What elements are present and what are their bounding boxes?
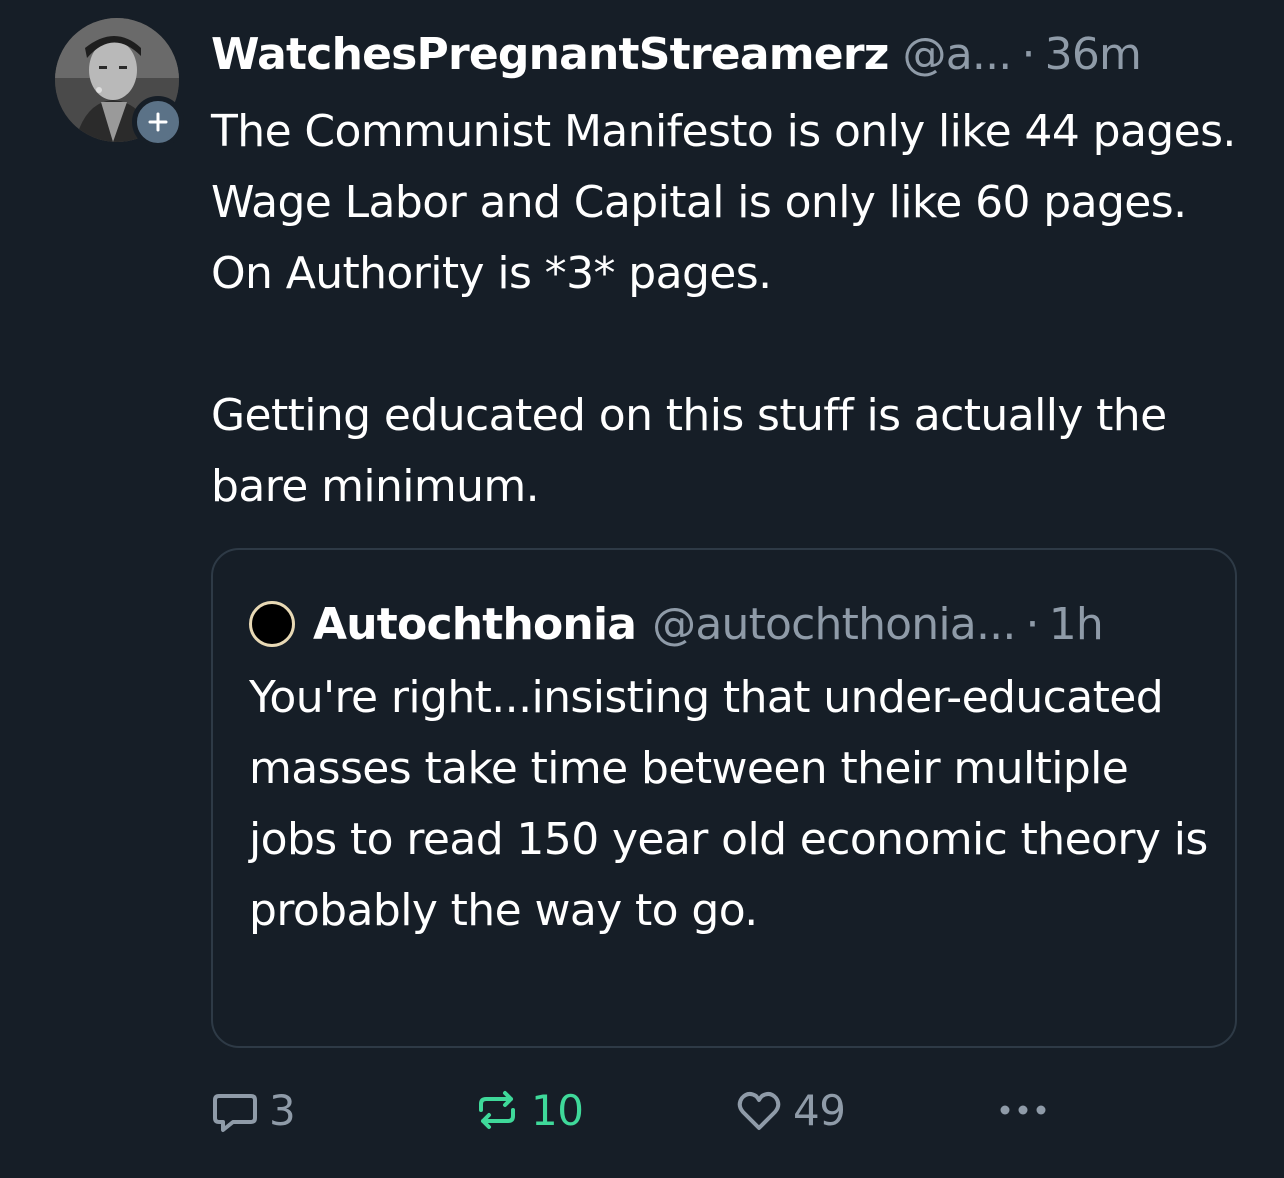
quoted-author-handle[interactable]: @autochthonia...	[652, 599, 1016, 650]
more-options-button[interactable]	[995, 1082, 1051, 1138]
quoted-post-header: Autochthonia @autochthonia... · 1h	[249, 594, 1104, 654]
post-thread-view: WatchesPregnantStreamerz @a... · 36m The…	[0, 0, 1284, 1178]
like-button[interactable]: 49	[735, 1082, 846, 1138]
quoted-header-separator: ·	[1025, 598, 1040, 650]
author-avatar-container[interactable]	[55, 18, 184, 148]
author-handle[interactable]: @a...	[903, 29, 1013, 80]
reply-count: 3	[269, 1085, 296, 1135]
reply-button[interactable]: 3	[211, 1082, 296, 1138]
post-timestamp[interactable]: 36m	[1045, 29, 1142, 80]
post-header: WatchesPregnantStreamerz @a... · 36m	[211, 24, 1142, 84]
quoted-post-body-text: You're right...insisting that under-educ…	[249, 672, 1208, 936]
plus-icon	[148, 112, 168, 132]
quoted-author-avatar[interactable]	[249, 601, 295, 647]
quoted-author-display-name[interactable]: Autochthonia	[313, 599, 637, 650]
post-body-text: The Communist Manifesto is only like 44 …	[211, 106, 1236, 512]
ellipsis-icon	[1000, 1105, 1046, 1115]
heart-icon	[737, 1091, 781, 1130]
repost-button[interactable]: 10	[473, 1082, 584, 1138]
header-separator: ·	[1021, 28, 1035, 80]
quoted-post-card[interactable]: Autochthonia @autochthonia... · 1h You'r…	[211, 548, 1237, 1048]
like-count: 49	[793, 1085, 846, 1135]
follow-button[interactable]	[132, 96, 184, 148]
quoted-post-timestamp[interactable]: 1h	[1049, 599, 1104, 650]
repost-count: 10	[531, 1085, 584, 1135]
repost-arrows-icon	[479, 1091, 515, 1129]
speech-bubble-icon	[213, 1094, 257, 1132]
post-action-bar: 3 10 49	[211, 1082, 1237, 1138]
author-display-name[interactable]: WatchesPregnantStreamerz	[211, 29, 889, 80]
